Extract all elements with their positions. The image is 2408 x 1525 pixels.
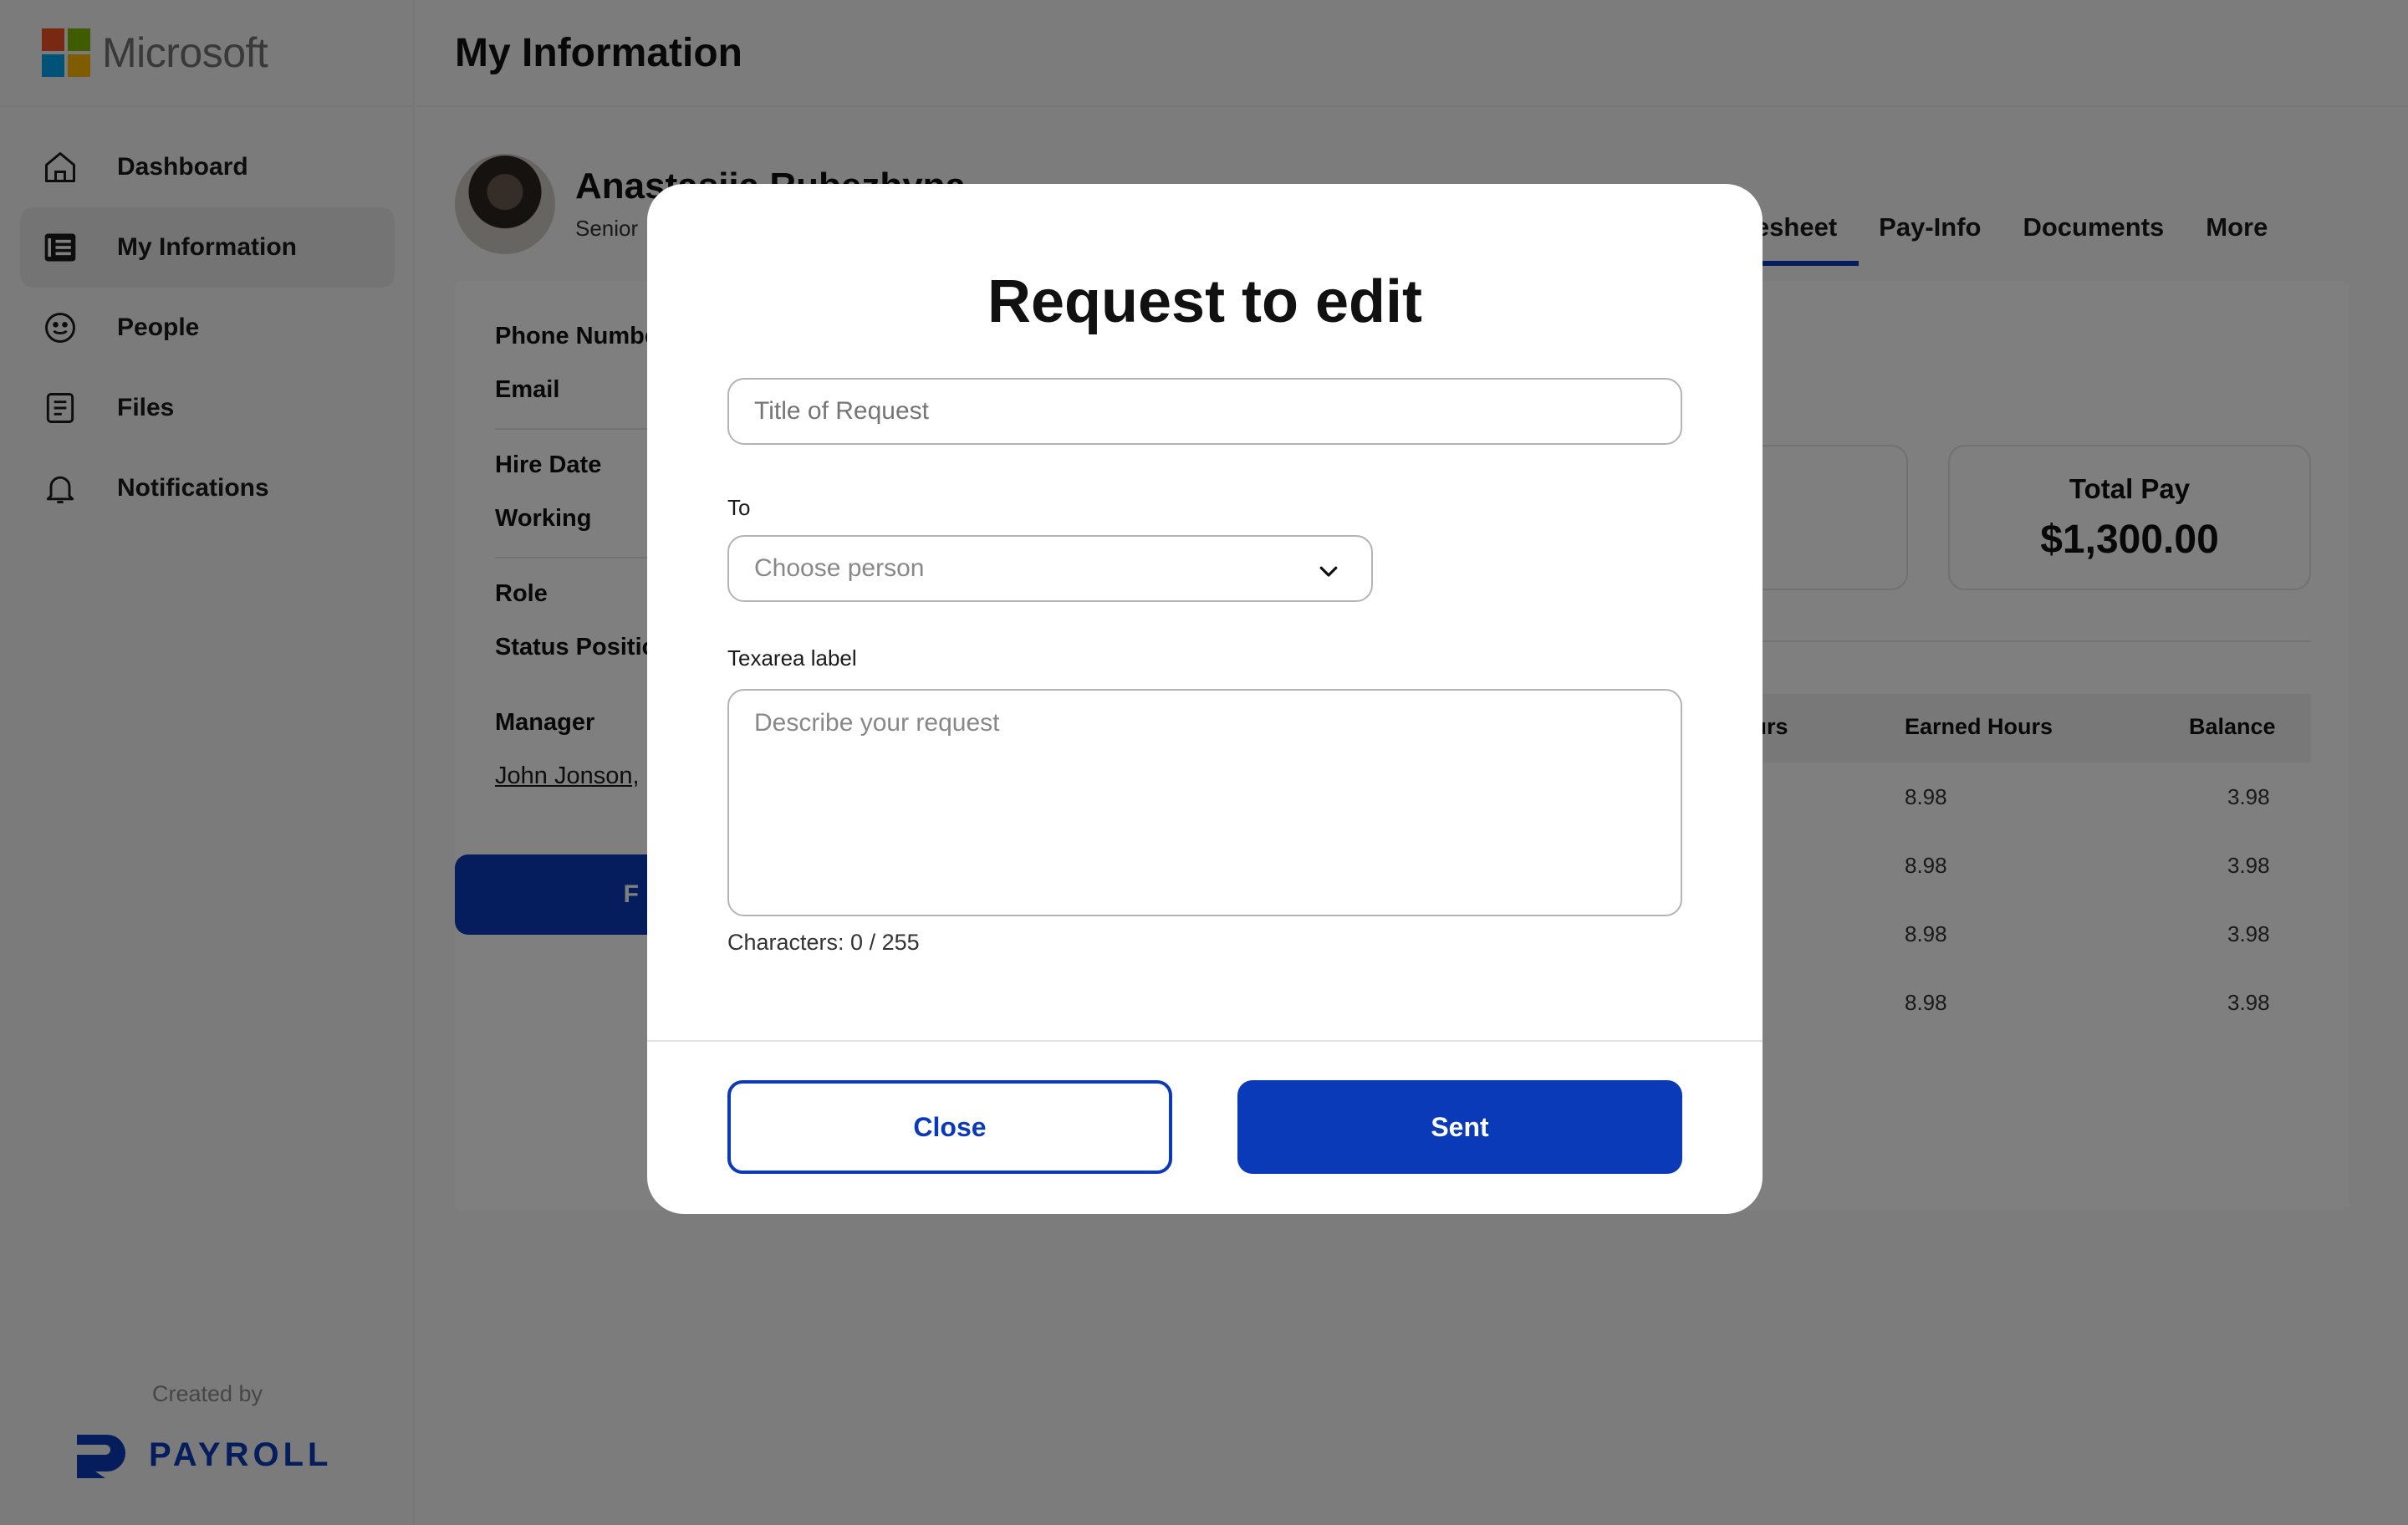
modal-footer-divider: [647, 1040, 1763, 1042]
character-counter: Characters: 0 / 255: [727, 930, 920, 955]
close-button[interactable]: Close: [727, 1080, 1172, 1174]
textarea-label: Texarea label: [727, 645, 857, 671]
choose-person-select[interactable]: Choose person: [727, 535, 1373, 602]
chevron-down-icon: [1316, 558, 1341, 590]
modal-title: Request to edit: [987, 268, 1423, 335]
to-label: To: [727, 495, 751, 520]
textarea-placeholder: Describe your request: [754, 709, 1000, 737]
request-title-input[interactable]: [727, 378, 1682, 445]
send-button[interactable]: Sent: [1237, 1080, 1682, 1174]
request-description-textarea[interactable]: Describe your request: [727, 689, 1682, 916]
request-edit-modal: Request to edit To Choose person Texarea…: [647, 184, 1763, 1214]
choose-person-placeholder: Choose person: [754, 554, 925, 582]
